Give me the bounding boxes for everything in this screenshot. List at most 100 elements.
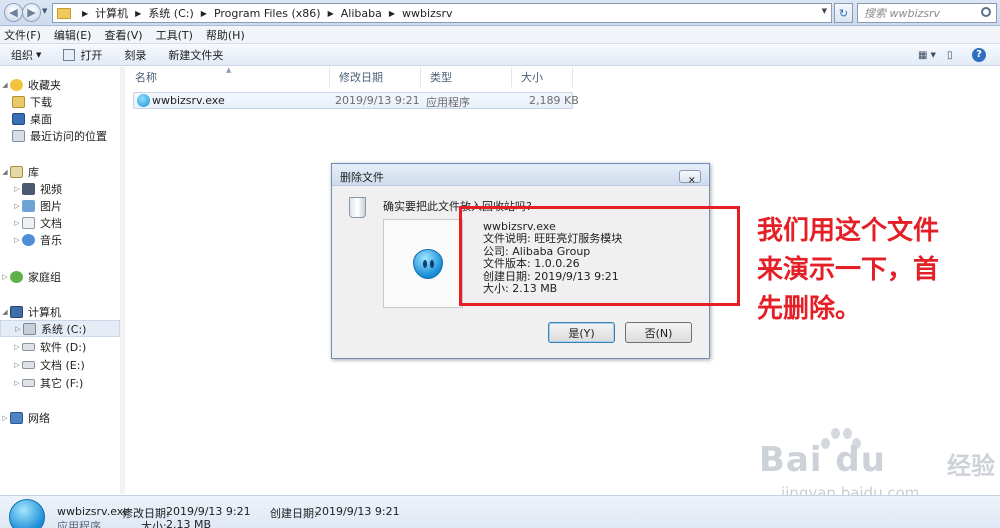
nav-desktop-label: 桌面 [30,112,52,126]
close-icon: ✕ [688,176,696,186]
nav-downloads[interactable]: 下载 [0,93,120,110]
expand-icon[interactable]: ◢ [0,81,10,89]
address-dropdown-icon[interactable]: ▼ [822,7,827,15]
annotation-highlight-box [459,206,740,306]
refresh-button[interactable]: ↻ [834,3,853,23]
nav-documents[interactable]: ▷ 文档 [0,214,120,231]
open-button[interactable]: 打开 [63,47,102,63]
yes-button[interactable]: 是(Y) [548,322,615,343]
menu-view[interactable]: 查看(V) [104,27,142,43]
breadcrumb-separator-icon[interactable]: ▶ [328,9,334,18]
nav-drive-e[interactable]: ▷ 文档 (E:) [0,356,120,373]
expand-icon[interactable]: ▷ [0,273,10,281]
network-icon [10,411,23,424]
breadcrumb-separator-icon[interactable]: ▶ [201,9,207,18]
details-created: 2019/9/13 9:21 [315,505,400,518]
help-icon: ? [972,48,986,62]
expand-icon[interactable]: ▷ [0,414,10,422]
yes-label: 是(Y) [568,326,595,340]
nav-recent[interactable]: 最近访问的位置 [0,127,120,144]
nav-network-label: 网络 [28,411,50,425]
nav-network[interactable]: ▷ 网络 [0,409,120,426]
breadcrumb-separator-icon[interactable]: ▶ [135,9,141,18]
column-header-type[interactable]: 类型 [421,67,512,87]
expand-icon[interactable]: ◢ [0,308,10,316]
dialog-close-button[interactable]: ✕ [679,170,701,186]
file-size: 2,189 KB [529,94,579,107]
nav-pictures[interactable]: ▷ 图片 [0,197,120,214]
column-header-size[interactable]: 大小 [512,67,573,87]
folder-icon [57,7,71,19]
forward-button[interactable]: ▶ [22,3,41,22]
nav-drive-d[interactable]: ▷ 软件 (D:) [0,338,120,355]
nav-videos[interactable]: ▷ 视频 [0,180,120,197]
computer-icon [10,305,23,318]
breadcrumb-separator-icon[interactable]: ▶ [389,9,395,18]
menu-edit[interactable]: 编辑(E) [54,27,92,43]
help-button[interactable]: ? [972,48,986,62]
expand-icon[interactable]: ▷ [12,185,22,193]
expand-icon[interactable]: ◢ [0,168,10,176]
burn-button[interactable]: 刻录 [124,47,146,63]
no-button[interactable]: 否(N) [625,322,692,343]
nav-favorites[interactable]: ◢ 收藏夹 [0,76,120,93]
recent-pages-dropdown-icon[interactable]: ▼ [42,7,47,15]
expand-icon[interactable]: ▷ [13,325,23,333]
address-bar[interactable]: ▶ 计算机 ▶ 系统 (C:) ▶ Program Files (x86) ▶ … [52,3,832,23]
address-bar-row: ◀ ▶ ▼ ▶ 计算机 ▶ 系统 (C:) ▶ Program Files (x… [0,0,1000,26]
nav-downloads-label: 下载 [30,95,52,109]
nav-desktop[interactable]: 桌面 [0,110,120,127]
nav-videos-label: 视频 [40,182,62,196]
organize-button[interactable]: 组织 ▼ [11,47,41,63]
expand-icon[interactable]: ▷ [12,236,22,244]
document-library-icon [22,216,35,229]
nav-drive-c-label: 系统 (C:) [41,322,87,336]
nav-homegroup[interactable]: ▷ 家庭组 [0,268,120,285]
chevron-down-icon: ▼ [930,51,936,59]
system-drive-icon [23,322,36,335]
search-icon [981,7,991,17]
application-icon [63,48,76,61]
nav-libraries[interactable]: ◢ 库 [0,163,120,180]
column-header-name[interactable]: 名称 [126,67,330,87]
view-options-button[interactable]: ▦ ▼ [918,48,936,62]
new-folder-button[interactable]: 新建文件夹 [168,47,223,63]
nav-homegroup-label: 家庭组 [28,270,61,284]
preview-pane-button[interactable]: ▯ [947,48,953,62]
menu-help[interactable]: 帮助(H) [206,27,245,43]
menu-tools[interactable]: 工具(T) [156,27,193,43]
forward-arrow-icon: ▶ [27,6,36,19]
nav-drive-f[interactable]: ▷ 其它 (F:) [0,374,120,391]
table-row[interactable]: wwbizsrv.exe 2019/9/13 9:21 应用程序 2,189 K… [133,92,579,109]
breadcrumb-item-alibaba[interactable]: Alibaba [341,7,382,20]
picture-library-icon [22,199,35,212]
details-type: 应用程序 [57,520,101,528]
nav-computer[interactable]: ◢ 计算机 [0,303,120,320]
breadcrumb-item-program-files[interactable]: Program Files (x86) [214,7,321,20]
command-bar: 组织 ▼ 打开 刻录 新建文件夹 ▦ ▼ ▯ ? [0,44,1000,66]
nav-favorites-label: 收藏夹 [28,78,61,92]
details-modified: 2019/9/13 9:21 [166,505,251,518]
back-button[interactable]: ◀ [4,3,23,22]
expand-icon[interactable]: ▷ [12,202,22,210]
expand-icon[interactable]: ▷ [12,219,22,227]
expand-icon[interactable]: ▷ [12,343,22,351]
breadcrumb-item-wwbizsrv[interactable]: wwbizsrv [402,7,453,20]
nav-music[interactable]: ▷ 音乐 [0,231,120,248]
dialog-title-bar[interactable]: 删除文件 ✕ [332,164,709,186]
expand-icon[interactable]: ▷ [12,361,22,369]
column-header-modified[interactable]: 修改日期 [330,67,421,87]
column-name-label: 名称 [135,71,157,84]
expand-icon[interactable]: ▷ [12,379,22,387]
breadcrumb-item-computer[interactable]: 计算机 [95,5,128,21]
nav-pane-splitter[interactable] [120,67,125,494]
menu-file[interactable]: 文件(F) [4,27,41,43]
organize-label: 组织 [11,48,33,62]
breadcrumb-item-drive-c[interactable]: 系统 (C:) [148,5,193,21]
open-label: 打开 [80,48,103,62]
search-input[interactable]: 搜索 wwbizsrv [857,3,997,23]
search-placeholder: 搜索 wwbizsrv [864,7,941,20]
recent-places-icon [12,129,25,142]
nav-drive-c[interactable]: ▷ 系统 (C:) [0,320,120,337]
library-icon [10,165,23,178]
